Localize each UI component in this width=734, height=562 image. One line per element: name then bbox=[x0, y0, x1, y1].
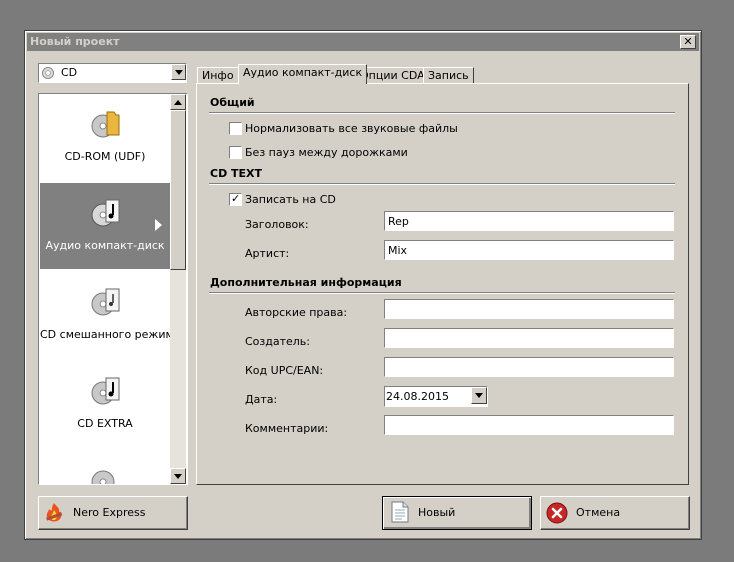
tab-burn[interactable]: Запись bbox=[423, 67, 474, 84]
section-general-heading: Общий bbox=[210, 96, 255, 109]
chevron-down-icon bbox=[175, 70, 183, 75]
normalize-label: Нормализовать все звуковые файлы bbox=[245, 122, 458, 135]
project-label: CD EXTRA bbox=[77, 417, 133, 430]
divider bbox=[209, 112, 675, 114]
project-list-scrollbar[interactable] bbox=[170, 94, 186, 484]
nero-express-button[interactable]: Nero Express bbox=[38, 496, 188, 530]
cancel-label: Отмена bbox=[576, 506, 621, 519]
title-value: Rep bbox=[388, 215, 409, 228]
artist-value: Mix bbox=[388, 244, 408, 257]
divider bbox=[209, 292, 675, 294]
scroll-up-button[interactable] bbox=[170, 94, 186, 110]
window-title: Новый проект bbox=[30, 35, 120, 48]
arrow-up-icon bbox=[174, 100, 182, 105]
date-value: 24.08.2015 bbox=[386, 390, 449, 403]
no-gaps-label: Без пауз между дорожками bbox=[245, 146, 408, 159]
date-dropdown-button[interactable] bbox=[471, 387, 487, 404]
selected-arrow-icon bbox=[155, 219, 162, 231]
new-document-icon bbox=[391, 501, 409, 523]
copyright-label: Авторские права: bbox=[245, 306, 348, 319]
cd-mixed-icon bbox=[91, 288, 120, 316]
title-bar[interactable]: Новый проект ✕ bbox=[27, 33, 699, 51]
arrow-down-icon bbox=[174, 474, 182, 479]
project-item-cd-extra[interactable]: CD EXTRA bbox=[40, 361, 170, 447]
checkmark-icon: ✓ bbox=[231, 192, 241, 205]
divider bbox=[209, 183, 675, 185]
cancel-icon bbox=[546, 502, 568, 524]
disc-type-value: CD bbox=[61, 66, 78, 79]
no-gaps-checkbox[interactable] bbox=[229, 146, 242, 159]
project-item-mixed-mode-cd[interactable]: CD смешанного режима bbox=[40, 272, 181, 358]
project-item-partial[interactable] bbox=[40, 450, 170, 484]
write-cd-text-checkbox[interactable]: ✓ bbox=[229, 192, 242, 206]
project-label: CD-ROM (UDF) bbox=[64, 150, 146, 163]
copyright-input[interactable] bbox=[384, 299, 674, 319]
new-button[interactable]: Новый bbox=[382, 496, 532, 530]
comments-input[interactable] bbox=[384, 415, 674, 435]
cd-folder-icon bbox=[91, 111, 120, 138]
artist-label: Артист: bbox=[245, 247, 290, 260]
cd-extra-icon bbox=[91, 377, 120, 405]
close-button[interactable]: ✕ bbox=[680, 35, 696, 49]
creator-input[interactable] bbox=[384, 328, 674, 348]
disc-type-select[interactable]: CD bbox=[38, 63, 187, 83]
date-picker[interactable]: 24.08.2015 bbox=[384, 386, 488, 407]
project-label: CD смешанного режима bbox=[40, 328, 181, 341]
tab-panel-audio-cd: Общий Нормализовать все звуковые файлы Б… bbox=[196, 83, 689, 485]
tab-audio-cd[interactable]: Аудио компакт-диск bbox=[238, 64, 368, 84]
project-type-list: CD-ROM (UDF) Аудио компакт-диск CD смеша… bbox=[38, 93, 188, 485]
cd-icon bbox=[91, 470, 115, 484]
date-label: Дата: bbox=[245, 393, 278, 406]
new-project-dialog: Новый проект ✕ CD CD-ROM (UDF) Аудио ком… bbox=[24, 30, 702, 540]
comments-label: Комментарии: bbox=[245, 422, 329, 435]
chevron-down-icon bbox=[475, 393, 483, 398]
upc-input[interactable] bbox=[384, 357, 674, 377]
project-label: Аудио компакт-диск bbox=[45, 239, 165, 252]
new-label: Новый bbox=[418, 506, 456, 519]
cancel-button[interactable]: Отмена bbox=[540, 496, 690, 530]
upc-label: Код UPC/EAN: bbox=[245, 364, 324, 377]
scroll-down-button[interactable] bbox=[170, 468, 186, 484]
disc-type-dropdown-button[interactable] bbox=[171, 64, 186, 80]
project-item-audio-cd[interactable]: Аудио компакт-диск bbox=[40, 183, 170, 269]
section-extra-info-heading: Дополнительная информация bbox=[210, 276, 402, 289]
section-cd-text-heading: CD TEXT bbox=[210, 167, 263, 180]
cd-icon bbox=[42, 67, 54, 79]
project-item-cdrom-udf[interactable]: CD-ROM (UDF) bbox=[40, 94, 170, 180]
normalize-checkbox[interactable] bbox=[229, 122, 242, 135]
write-cd-text-label: Записать на CD bbox=[245, 193, 336, 206]
creator-label: Создатель: bbox=[245, 335, 311, 348]
title-label: Заголовок: bbox=[245, 218, 309, 231]
tab-info[interactable]: Инфо bbox=[197, 67, 239, 84]
nero-express-label: Nero Express bbox=[73, 506, 146, 519]
title-input[interactable]: Rep bbox=[384, 211, 674, 231]
scroll-thumb[interactable] bbox=[170, 110, 186, 270]
cd-music-icon bbox=[91, 199, 120, 227]
nero-express-icon bbox=[46, 503, 63, 522]
artist-input[interactable]: Mix bbox=[384, 240, 674, 260]
